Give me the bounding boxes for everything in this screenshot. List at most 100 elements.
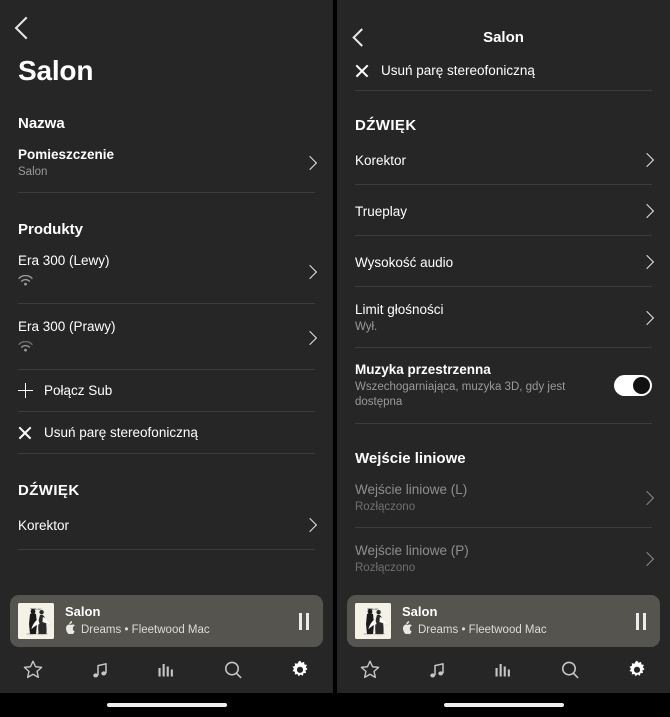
volume-limit-value: Wył. <box>355 321 378 333</box>
volume-limit-text: Limit głośności Wył. <box>355 301 632 335</box>
page-title: Salon <box>18 55 94 86</box>
pause-icon[interactable] <box>299 612 309 630</box>
now-playing-bar[interactable]: Rumours Salon Dreams • Fleetwood Mac <box>10 595 323 647</box>
product-row-right-speaker[interactable]: Era 300 (Prawy) <box>18 304 318 369</box>
equalizer-text: Korektor <box>18 517 295 534</box>
nav-favorites[interactable] <box>337 647 404 693</box>
chevron-right-icon <box>639 203 655 219</box>
line-in-left-text: Wejście liniowe (L) Rozłączono <box>355 481 632 515</box>
chevron-right-icon <box>302 264 318 279</box>
now-playing-meta: Salon Dreams • Fleetwood Mac <box>54 604 299 639</box>
section-heading-dzwiek: DŹWIĘK <box>18 482 80 499</box>
album-artwork-image: Rumours <box>355 603 391 639</box>
room-name-row[interactable]: Pomieszczenie Salon <box>18 132 318 192</box>
now-playing-track-artist: Dreams • Fleetwood Mac <box>81 623 210 636</box>
gear-icon <box>629 660 645 677</box>
line-in-right-row[interactable]: Wejście liniowe (P) Rozłączono <box>355 528 655 588</box>
right-scroll-area[interactable]: Salon Usuń parę stereofoniczną DŹWIĘK Ko… <box>337 0 670 595</box>
search-icon <box>562 661 579 679</box>
nav-browse[interactable] <box>404 647 471 693</box>
apple-music-icon <box>65 620 76 639</box>
chevron-right-icon <box>639 152 655 168</box>
now-playing-bar[interactable]: Rumours Salon Dreams • Fleetwood Mac <box>347 595 660 647</box>
nav-now-playing[interactable] <box>133 647 200 693</box>
remove-stereo-pair-button[interactable]: Usuń parę stereofoniczną <box>18 412 315 453</box>
pause-icon[interactable] <box>636 612 646 630</box>
line-in-left-status: Rozłączono <box>355 501 416 513</box>
chevron-right-icon <box>302 517 318 533</box>
left-screen: Salon Nazwa Pomieszczenie Salon Produkty… <box>0 0 333 717</box>
spatial-audio-label: Muzyka przestrzenna <box>355 362 491 377</box>
spatial-audio-row[interactable]: Muzyka przestrzenna Wszechogarniająca, m… <box>355 348 652 423</box>
home-indicator-area <box>0 693 333 717</box>
nav-settings[interactable] <box>603 647 670 693</box>
now-playing-meta: Salon Dreams • Fleetwood Mac <box>391 604 636 639</box>
right-screen: Salon Usuń parę stereofoniczną DŹWIĘK Ko… <box>337 0 670 717</box>
product-text: Era 300 (Prawy) <box>18 318 295 357</box>
star-icon <box>23 660 43 679</box>
audio-height-row[interactable]: Wysokość audio <box>355 236 655 286</box>
plus-icon <box>18 383 33 398</box>
now-playing-room: Salon <box>402 603 438 619</box>
home-indicator[interactable] <box>106 703 227 707</box>
product-row-left-speaker[interactable]: Era 300 (Lewy) <box>18 238 318 303</box>
equalizer-bars-icon <box>495 664 511 677</box>
apple-music-icon <box>402 620 413 639</box>
star-icon <box>360 660 380 679</box>
home-indicator[interactable] <box>443 703 564 707</box>
nav-browse[interactable] <box>67 647 134 693</box>
chevron-right-icon <box>302 330 318 345</box>
product-text: Era 300 (Lewy) <box>18 252 295 291</box>
chevron-right-icon <box>639 310 655 326</box>
room-name-text: Pomieszczenie Salon <box>18 146 295 180</box>
trueplay-row[interactable]: Trueplay <box>355 185 655 235</box>
remove-stereo-pair-button[interactable]: Usuń parę stereofoniczną <box>355 50 652 90</box>
product-label: Era 300 (Prawy) <box>18 319 116 334</box>
remove-stereo-pair-label: Usuń parę stereofoniczną <box>44 425 198 440</box>
connect-sub-label: Połącz Sub <box>44 383 113 398</box>
bottom-nav <box>0 647 333 693</box>
room-name-value: Salon <box>18 166 48 178</box>
line-in-right-text: Wejście liniowe (P) Rozłączono <box>355 542 632 576</box>
album-artwork: Rumours <box>18 603 54 639</box>
volume-limit-label: Limit głośności <box>355 302 444 317</box>
connect-sub-button[interactable]: Połącz Sub <box>18 370 315 411</box>
equalizer-row[interactable]: Korektor <box>18 499 318 549</box>
volume-limit-row[interactable]: Limit głośności Wył. <box>355 287 655 347</box>
now-playing-subtitle-wrap: Dreams • Fleetwood Mac <box>402 620 636 639</box>
music-note-icon <box>430 663 444 678</box>
nav-now-playing[interactable] <box>470 647 537 693</box>
chevron-left-icon[interactable] <box>14 16 38 40</box>
album-artwork: Rumours <box>355 603 391 639</box>
now-playing-track-artist: Dreams • Fleetwood Mac <box>418 623 547 636</box>
left-scroll-area[interactable]: Salon Nazwa Pomieszczenie Salon Produkty… <box>0 0 333 595</box>
spatial-audio-toggle[interactable] <box>614 375 652 396</box>
line-in-left-row[interactable]: Wejście liniowe (L) Rozłączono <box>355 467 655 527</box>
product-label: Era 300 (Lewy) <box>18 253 110 268</box>
wifi-icon <box>18 273 295 291</box>
trueplay-label: Trueplay <box>355 203 408 219</box>
close-icon-wrap <box>18 426 44 440</box>
spatial-audio-description: Wszechogarniająca, muzyka 3D, gdy jest d… <box>355 381 566 408</box>
header-title: Salon <box>483 28 524 46</box>
chevron-right-icon <box>302 155 318 171</box>
line-in-right-label: Wejście liniowe (P) <box>355 543 469 558</box>
dual-screenshot-container: Salon Nazwa Pomieszczenie Salon Produkty… <box>0 0 670 717</box>
plus-icon-wrap <box>18 383 44 398</box>
now-playing-room: Salon <box>65 603 101 619</box>
nav-search[interactable] <box>537 647 604 693</box>
remove-stereo-pair-label: Usuń parę stereofoniczną <box>381 63 535 78</box>
left-header <box>0 0 333 41</box>
audio-height-text: Wysokość audio <box>355 254 632 271</box>
gear-icon <box>292 660 308 677</box>
chevron-right-icon <box>639 551 655 567</box>
close-icon <box>18 426 32 440</box>
equalizer-row[interactable]: Korektor <box>355 134 655 184</box>
nav-search[interactable] <box>200 647 267 693</box>
nav-favorites[interactable] <box>0 647 67 693</box>
section-heading-nazwa: Nazwa <box>18 115 65 132</box>
nav-settings[interactable] <box>266 647 333 693</box>
music-note-icon <box>93 663 107 678</box>
chevron-right-icon <box>639 254 655 270</box>
line-in-left-label: Wejście liniowe (L) <box>355 482 468 497</box>
